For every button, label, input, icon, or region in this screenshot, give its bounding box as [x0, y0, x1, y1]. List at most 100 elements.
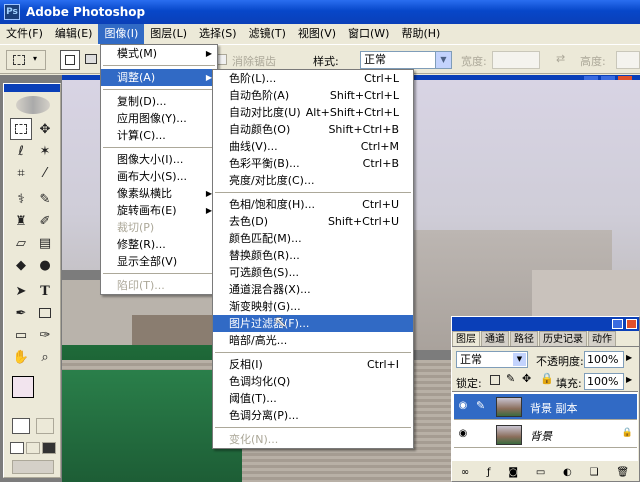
menu-item[interactable]: 调整(A) ▶ [101, 69, 217, 86]
menu-item[interactable]: 图像大小(I)... [101, 151, 217, 168]
blend-mode-select[interactable]: 正常 ▼ [456, 351, 528, 368]
menu-item[interactable]: 可选颜色(S)... [213, 264, 413, 281]
menu-item[interactable]: 去色(D) Shift+Ctrl+U [213, 213, 413, 230]
new-selection-button[interactable] [60, 50, 80, 70]
new-set-icon[interactable]: ▭ [536, 467, 545, 478]
layer-mask-icon[interactable]: ◙ [508, 467, 518, 478]
menu-8[interactable]: 帮助(H) [395, 24, 446, 44]
menu-item[interactable]: 阈值(T)... [213, 390, 413, 407]
rect-marquee-tool[interactable] [10, 118, 32, 140]
menu-item[interactable]: 自动对比度(U) Alt+Shift+Ctrl+L [213, 104, 413, 121]
layer-row[interactable]: ◉ ✎ 背景 副本 [454, 394, 637, 420]
chevron-right-icon[interactable]: ▶ [626, 353, 632, 362]
menu-item[interactable]: 颜色匹配(M)... [213, 230, 413, 247]
panel-tab[interactable]: 通道 [481, 331, 509, 346]
marquee-preset-picker[interactable]: ▾ [6, 50, 46, 70]
menu-item[interactable]: 色调分离(P)... [213, 407, 413, 424]
eye-icon[interactable]: ◉ [456, 400, 470, 414]
panel-tab[interactable]: 图层 [452, 331, 480, 346]
add-selection-button[interactable] [82, 50, 102, 70]
menu-item[interactable]: 色彩平衡(B)... Ctrl+B [213, 155, 413, 172]
menu-item[interactable]: 旋转画布(E) ▶ [101, 202, 217, 219]
path-selection-tool[interactable]: ➤ [10, 280, 32, 302]
lasso-tool[interactable]: ℓ [10, 140, 32, 162]
width-input[interactable] [492, 51, 540, 69]
height-input[interactable] [616, 51, 640, 69]
menu-item[interactable]: 模式(M) ▶ [101, 45, 217, 62]
menu-item[interactable]: 图片过滤器(F)... [213, 315, 413, 332]
panel-tab[interactable]: 动作 [588, 331, 616, 346]
screen-mode-full-button[interactable] [42, 442, 56, 454]
menu-item[interactable]: 自动颜色(O) Shift+Ctrl+B [213, 121, 413, 138]
antialias-checkbox[interactable]: 消除锯齿 [216, 50, 304, 70]
menu-5[interactable]: 滤镜(T) [243, 24, 292, 44]
crop-tool[interactable]: ⌗ [10, 162, 32, 184]
style-select[interactable]: 正常 ▼ [360, 51, 452, 69]
menu-item[interactable]: 色调均化(Q) [213, 373, 413, 390]
menu-item[interactable]: 替换颜色(R)... [213, 247, 413, 264]
menu-item[interactable]: 修整(R)... [101, 236, 217, 253]
menu-item[interactable]: 色相/饱和度(H)... Ctrl+U [213, 196, 413, 213]
menu-0[interactable]: 文件(F) [0, 24, 49, 44]
menu-item[interactable]: 计算(C)... [101, 127, 217, 144]
history-brush-tool[interactable]: ✐ [34, 210, 56, 232]
menu-6[interactable]: 视图(V) [292, 24, 342, 44]
lock-position-icon[interactable]: ✥ [522, 372, 531, 385]
notes-tool[interactable]: ▭ [10, 324, 32, 346]
menu-item[interactable]: 曲线(V)... Ctrl+M [213, 138, 413, 155]
menu-2[interactable]: 图像(I) [98, 24, 145, 44]
hand-tool[interactable]: ✋ [10, 346, 32, 368]
menu-4[interactable]: 选择(S) [193, 24, 243, 44]
lock-transparency-icon[interactable] [490, 375, 500, 385]
blur-tool[interactable]: ◆ [10, 254, 32, 276]
menu-item[interactable]: 显示全部(V) [101, 253, 217, 270]
menu-item[interactable]: 渐变映射(G)... [213, 298, 413, 315]
pen-tool[interactable]: ✒ [10, 302, 32, 324]
menu-item[interactable]: 色阶(L)... Ctrl+L [213, 70, 413, 87]
eraser-tool[interactable]: ▱ [10, 232, 32, 254]
dodge-tool[interactable]: ● [34, 254, 56, 276]
menu-3[interactable]: 图层(L) [144, 24, 193, 44]
menu-item[interactable]: 复制(D)... [101, 93, 217, 110]
menu-7[interactable]: 窗口(W) [342, 24, 395, 44]
lock-image-icon[interactable]: ✎ [506, 372, 515, 385]
shape-tool[interactable] [34, 302, 56, 324]
opacity-input[interactable]: 100% [584, 351, 624, 368]
menu-1[interactable]: 编辑(E) [49, 24, 99, 44]
screen-mode-menubar-button[interactable] [26, 442, 40, 454]
layer-row[interactable]: ◉ 背景 🔒 [454, 422, 637, 448]
menu-item[interactable]: 反相(I) Ctrl+I [213, 356, 413, 373]
move-tool[interactable]: ✥ [34, 118, 56, 140]
foreground-color-swatch[interactable] [12, 376, 34, 398]
screen-mode-standard-button[interactable] [10, 442, 24, 454]
menu-item[interactable]: 亮度/对比度(C)... [213, 172, 413, 189]
new-layer-icon[interactable]: ❑ [590, 467, 599, 478]
menu-item[interactable]: 应用图像(Y)... [101, 110, 217, 127]
standard-mode-button[interactable] [12, 418, 30, 434]
panel-tab[interactable]: 历史记录 [539, 331, 587, 346]
magic-wand-tool[interactable]: ✶ [34, 140, 56, 162]
layer-style-icon[interactable]: ƒ [487, 467, 491, 478]
chevron-right-icon[interactable]: ▶ [626, 375, 632, 384]
menu-item[interactable]: 像素纵横比 ▶ [101, 185, 217, 202]
brush-tool[interactable]: ✎ [34, 188, 56, 210]
zoom-tool[interactable]: ⌕ [34, 346, 56, 368]
trash-icon[interactable]: 🗑 [616, 467, 629, 478]
close-icon[interactable] [626, 319, 637, 329]
menu-item[interactable]: 暗部/高光... [213, 332, 413, 349]
swap-icon[interactable]: ⇄ [556, 52, 565, 65]
slice-tool[interactable]: ⁄ [34, 162, 56, 184]
fill-input[interactable]: 100% [584, 373, 624, 390]
type-tool[interactable]: T [34, 280, 56, 302]
adjustment-layer-icon[interactable]: ◐ [563, 467, 572, 478]
minimize-icon[interactable] [612, 319, 623, 329]
quickmask-mode-button[interactable] [36, 418, 54, 434]
link-icon[interactable]: ∞ [461, 467, 469, 478]
lock-all-icon[interactable]: 🔒 [540, 372, 554, 385]
menu-item[interactable]: 通道混合器(X)... [213, 281, 413, 298]
clone-stamp-tool[interactable]: ♜ [10, 210, 32, 232]
healing-brush-tool[interactable]: ⚕ [10, 188, 32, 210]
jump-to-imageready-button[interactable] [12, 460, 54, 474]
menu-item[interactable]: 画布大小(S)... [101, 168, 217, 185]
eyedropper-tool[interactable]: ✑ [34, 324, 56, 346]
